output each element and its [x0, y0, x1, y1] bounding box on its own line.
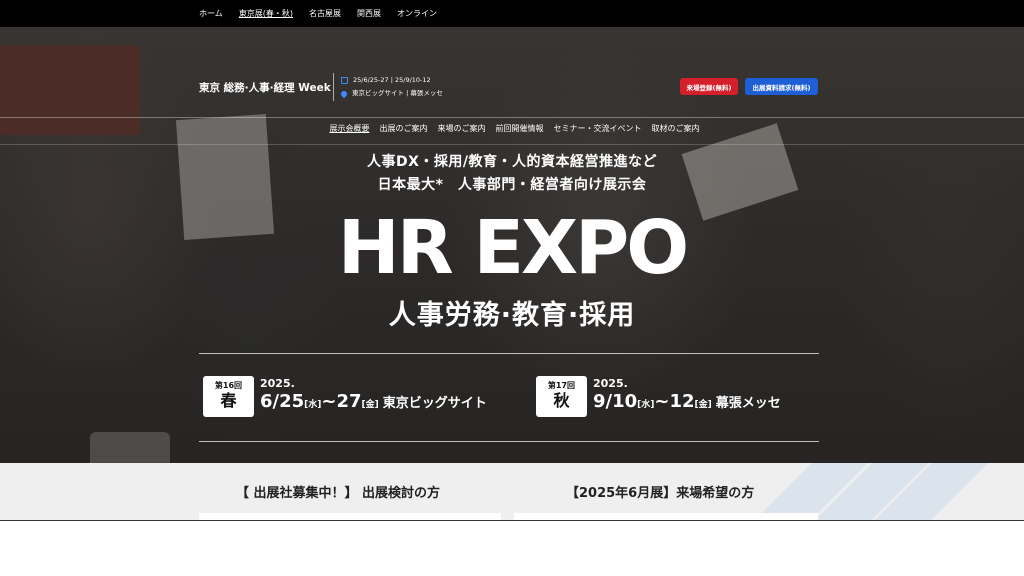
top-nav-kansai[interactable]: 関西展	[357, 8, 381, 19]
event-date: 2025. 6/25[水]~27[金] 東京ビッグサイト	[260, 377, 487, 416]
event-date: 2025. 9/10[水]~12[金] 幕張メッセ	[593, 377, 781, 416]
nav-item-exhibit[interactable]: 出展のご案内	[380, 123, 428, 134]
event-date-line: 6/25[水]~27[金] 東京ビッグサイト	[260, 391, 487, 416]
hr-expo-logo: HR EXPO	[337, 205, 689, 291]
header-divider	[333, 73, 334, 101]
top-navigation-bar: ホーム 東京展(春・秋) 名古屋展 関西展 オンライン	[0, 0, 1024, 27]
location-pin-icon	[339, 89, 349, 98]
spring-event: 第16回 春 2025. 6/25[水]~27[金] 東京ビッグサイト	[203, 375, 487, 417]
autumn-event: 第17回 秋 2025. 9/10[水]~12[金] 幕張メッセ	[536, 375, 781, 417]
nav-item-press[interactable]: 取材のご案内	[652, 123, 700, 134]
event-end-dow: [金]	[694, 399, 712, 410]
nav-item-previous[interactable]: 前回開催情報	[496, 123, 544, 134]
exhibitor-info-request-button[interactable]: 出展資料請求(無料)	[745, 78, 818, 95]
event-divider	[199, 353, 819, 354]
event-venue: 幕張メッセ	[715, 395, 781, 411]
hero-section: 東京 総務·人事·経理 Week 25/6/25-27 | 25/9/10-12…	[0, 27, 1024, 463]
calendar-icon	[341, 77, 348, 84]
event-start: 9/10	[593, 390, 638, 412]
top-nav-links: ホーム 東京展(春・秋) 名古屋展 関西展 オンライン	[199, 0, 437, 27]
edition-number: 第16回	[214, 380, 243, 390]
event-venue: 東京ビッグサイト	[382, 395, 487, 411]
event-tilde: ~	[654, 390, 670, 412]
nav-divider	[0, 117, 1024, 118]
event-dates-text: 25/6/25-27 | 25/9/10-12	[353, 76, 431, 84]
visitor-registration-button[interactable]: 来場登録(無料)	[680, 78, 738, 95]
hero-subtitle: 人事労務·教育·採用	[388, 300, 636, 331]
top-nav-tokyo[interactable]: 東京展(春・秋)	[239, 8, 293, 19]
nav-divider	[0, 144, 1024, 145]
site-title[interactable]: 東京 総務·人事·経理 Week	[199, 80, 331, 95]
event-start-dow: [水]	[304, 399, 322, 410]
nav-item-overview[interactable]: 展示会概要	[330, 123, 370, 134]
exhibitor-card[interactable]	[199, 513, 501, 520]
top-nav-online[interactable]: オンライン	[397, 8, 437, 19]
top-nav-nagoya[interactable]: 名古屋展	[309, 8, 341, 19]
event-divider	[199, 441, 819, 442]
edition-season: 秋	[553, 390, 570, 410]
edition-badge: 第17回 秋	[536, 375, 587, 417]
hero-tagline: 日本最大* 人事部門・経営者向け展示会	[377, 177, 647, 193]
top-nav-home[interactable]: ホーム	[199, 8, 223, 19]
edition-number: 第17回	[547, 380, 576, 390]
cta-section: 【 出展社募集中！】 出展検討の方 【2025年6月展】来場希望の方	[0, 463, 1024, 520]
edition-season: 春	[220, 390, 237, 410]
visitor-heading: 【2025年6月展】来場希望の方	[566, 486, 755, 501]
event-start: 6/25	[260, 390, 305, 412]
event-dates-info: 25/6/25-27 | 25/9/10-12 東京ビッグサイト | 幕張メッセ	[339, 74, 443, 100]
visitor-card[interactable]	[514, 513, 818, 520]
event-end: 27	[336, 390, 362, 412]
page-bottom-area	[0, 520, 1024, 576]
event-end: 12	[669, 390, 695, 412]
event-year: 2025.	[593, 376, 628, 390]
event-date-line: 9/10[水]~12[金] 幕張メッセ	[593, 391, 781, 416]
event-tilde: ~	[321, 390, 337, 412]
exhibitor-heading: 【 出展社募集中！】 出展検討の方	[236, 486, 441, 501]
event-venues-text: 東京ビッグサイト | 幕張メッセ	[352, 89, 443, 97]
edition-badge: 第16回 春	[203, 375, 254, 417]
event-start-dow: [水]	[637, 399, 655, 410]
hero-tagline: 人事DX・採用/教育・人的資本経営推進など	[366, 154, 658, 170]
site-header: 東京 総務·人事·経理 Week 25/6/25-27 | 25/9/10-12…	[199, 71, 819, 105]
nav-item-seminar[interactable]: セミナー・交流イベント	[554, 123, 642, 134]
nav-item-visit[interactable]: 来場のご案内	[438, 123, 486, 134]
main-navigation: 展示会概要 出展のご案内 来場のご案内 前回開催情報 セミナー・交流イベント 取…	[0, 123, 1024, 134]
event-end-dow: [金]	[361, 399, 379, 410]
event-year: 2025.	[260, 376, 295, 390]
